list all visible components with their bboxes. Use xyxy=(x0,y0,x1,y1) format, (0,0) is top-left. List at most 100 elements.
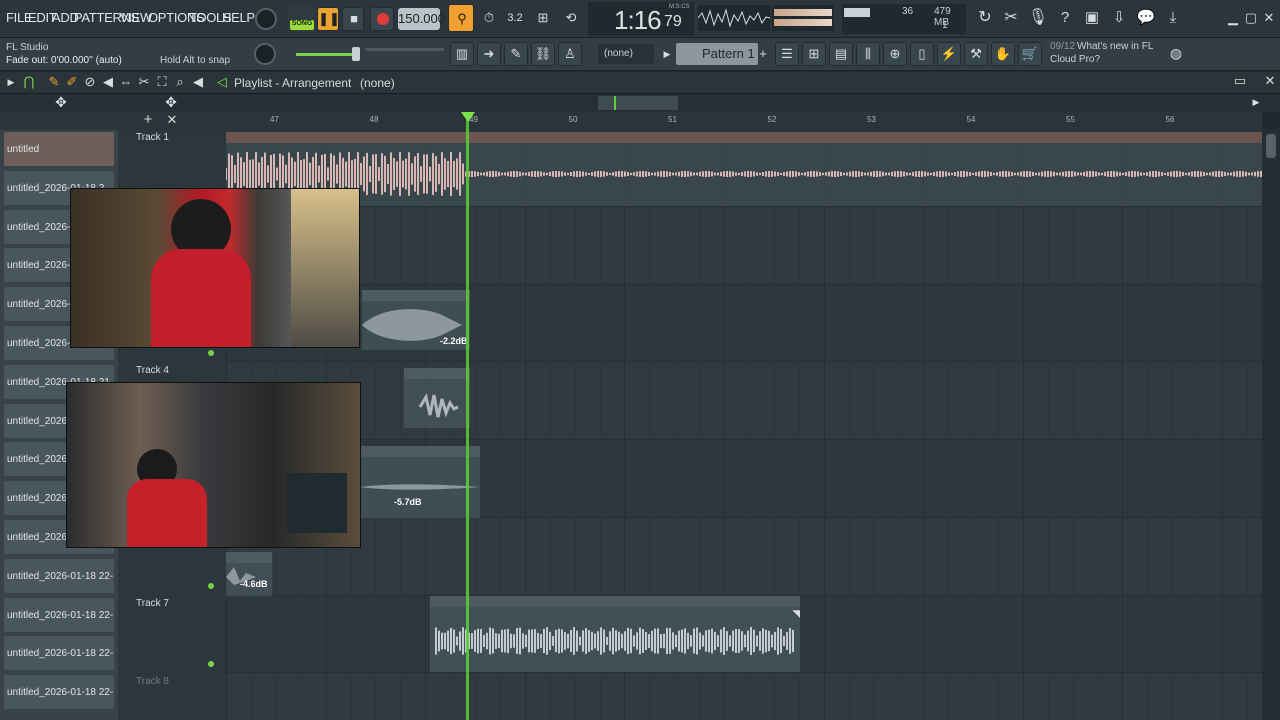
add-track-icon[interactable]: + xyxy=(140,109,156,131)
audio-clip-insert-10[interactable]: 8_Insert 10 unt..0 -2.2dB xyxy=(362,290,470,350)
tools-icon[interactable]: ⚒ xyxy=(964,42,988,66)
magnet-icon[interactable]: ⋂ xyxy=(20,71,38,93)
track-row[interactable] xyxy=(226,207,1262,285)
track-6-led[interactable] xyxy=(208,583,214,589)
audio-clip-insert-11[interactable]: d_2026-01-...-21-51_Insert 11 -5.7dB xyxy=(360,446,480,518)
microphone-icon[interactable]: 🎙 xyxy=(1027,7,1049,29)
brush-icon[interactable]: ✎ xyxy=(504,42,528,66)
audio-clip-short[interactable]: -4.6dB xyxy=(226,552,272,596)
link-icon[interactable]: ⛓ xyxy=(531,42,555,66)
metronome-button[interactable]: ⚲ xyxy=(448,4,474,32)
tempo-display[interactable]: 150.000 xyxy=(398,8,445,30)
track-3-led[interactable] xyxy=(208,350,214,356)
playhead[interactable] xyxy=(466,112,469,720)
news-line2[interactable]: Cloud Pro? xyxy=(1050,54,1100,65)
playlist-icon[interactable]: ☰ xyxy=(775,42,799,66)
track-row[interactable] xyxy=(226,363,1262,441)
record-button[interactable] xyxy=(370,7,394,31)
track-1-label[interactable]: Track 1 xyxy=(136,132,169,143)
add-pattern-icon[interactable]: + xyxy=(756,43,770,65)
playlist-close-icon[interactable]: ✕ xyxy=(1262,70,1278,92)
pattern-selector[interactable]: Pattern 1 xyxy=(676,43,758,65)
pattern-prev-icon[interactable]: ▶ xyxy=(660,43,674,65)
cut-icon[interactable]: ✂ xyxy=(1000,7,1022,29)
playlist-crumb[interactable]: (none) xyxy=(360,76,395,90)
step-sequencer-icon[interactable]: ▤ xyxy=(829,42,853,66)
cart-icon[interactable]: 🛒 xyxy=(1018,42,1042,66)
pause-button[interactable]: ❚❚ xyxy=(317,7,340,31)
picker-clip-item[interactable]: untitled xyxy=(4,132,114,166)
timeline-ruler[interactable]: 47 48 49 50 51 52 53 54 55 56 xyxy=(226,112,1262,130)
remove-track-icon[interactable]: ✕ xyxy=(164,109,180,131)
mixer-icon[interactable]: ⫼ xyxy=(856,42,880,66)
track-7-led[interactable] xyxy=(208,661,214,667)
slip-tool-icon[interactable]: ⇔ xyxy=(118,71,134,93)
playlist-minimize-icon[interactable]: ▭ xyxy=(1232,70,1248,92)
collapse-icon[interactable]: ▶ xyxy=(4,71,18,93)
close-icon[interactable]: ✕ xyxy=(1260,7,1278,29)
download-icon[interactable]: ⤓ xyxy=(1162,7,1184,29)
wait-input-icon[interactable]: ⏱ xyxy=(478,7,500,29)
volume-slider[interactable] xyxy=(296,53,356,56)
mute-tool-icon[interactable]: ◀ xyxy=(100,71,116,93)
piano-roll-icon[interactable]: ▥ xyxy=(450,42,474,66)
menu-help[interactable]: HELP xyxy=(222,10,255,25)
select-tool-icon[interactable]: ⛶ xyxy=(154,71,170,93)
picker-clip-item[interactable]: untitled_2026-01-18 22-... xyxy=(4,636,114,671)
track-row[interactable] xyxy=(226,673,1262,720)
overview-window[interactable] xyxy=(598,96,678,110)
playhead-marker-icon[interactable] xyxy=(461,112,475,122)
audio-clip-22-32-03[interactable]: untitled_2026-01-18 22-32-03_Insert 10 ◥ xyxy=(430,596,800,672)
slice-tool-icon[interactable]: ✂ xyxy=(136,71,152,93)
song-overview[interactable]: ✥ ✥ ▶ xyxy=(0,94,1280,112)
globe-icon[interactable]: ◍ xyxy=(1166,42,1186,64)
render-icon[interactable]: ⇩ xyxy=(1108,7,1130,29)
picker-clip-item[interactable]: untitled_2026-01-18 22-... xyxy=(4,675,114,710)
plugin-icon[interactable]: ⚡ xyxy=(937,42,961,66)
zoom-tool-icon[interactable]: ⌕ xyxy=(172,71,188,93)
webcam-overlay-1 xyxy=(70,188,360,348)
help-icon[interactable]: ? xyxy=(1054,7,1076,29)
playback-tool-icon[interactable]: ◀ xyxy=(190,71,206,93)
save-icon[interactable]: ▣ xyxy=(1081,7,1103,29)
draw-tool-icon[interactable]: ✎ xyxy=(46,71,62,93)
channel-rack-icon[interactable]: ⊞ xyxy=(802,42,826,66)
chat-icon[interactable]: 💬 xyxy=(1135,7,1157,29)
step-edit-icon[interactable]: ⊞ xyxy=(532,7,554,29)
volume-slider-handle[interactable] xyxy=(352,47,360,61)
touch-icon[interactable]: ✋ xyxy=(991,42,1015,66)
song-mode-toggle[interactable]: SONG xyxy=(288,6,316,32)
track-4-label[interactable]: Track 4 xyxy=(136,365,169,376)
browser-icon[interactable]: ⊕ xyxy=(883,42,907,66)
stamp-icon[interactable]: ♙ xyxy=(558,42,582,66)
maximize-icon[interactable]: ▢ xyxy=(1242,7,1260,29)
scroll-right-icon[interactable]: ▶ xyxy=(1248,91,1264,113)
fade-handle-icon[interactable]: ◥ xyxy=(790,607,800,625)
stop-button[interactable]: ■ xyxy=(342,7,364,31)
audio-clip-untitled[interactable]: untitled xyxy=(226,132,1262,206)
audio-clip-sert-10[interactable]: untitled_sert 10 xyxy=(404,368,470,428)
picker-clip-item[interactable]: untitled_2026-01-18 22-... xyxy=(4,597,114,632)
paint-tool-icon[interactable]: ✐ xyxy=(64,71,80,93)
master-volume-knob[interactable] xyxy=(255,8,277,30)
track-7-label[interactable]: Track 7 xyxy=(136,598,169,609)
picker-clip-item[interactable]: untitled_2026-01-18 22-... xyxy=(4,558,114,593)
track-row[interactable] xyxy=(226,518,1262,596)
minimize-icon[interactable]: ▁ xyxy=(1224,7,1242,29)
pitch-slider[interactable] xyxy=(366,48,444,51)
news-line1[interactable]: What's new in FL xyxy=(1077,41,1153,52)
undo-icon[interactable]: ↻ xyxy=(974,7,996,29)
scrollbar-thumb[interactable] xyxy=(1266,134,1276,158)
vertical-scrollbar[interactable] xyxy=(1262,130,1280,720)
track-zoom-icon[interactable]: ✥ xyxy=(50,91,72,113)
countdown-icon[interactable]: 3.2 xyxy=(504,7,526,29)
delete-tool-icon[interactable]: ⊘ xyxy=(82,71,98,93)
channel-selector[interactable]: (none) xyxy=(598,44,654,64)
track-8-label[interactable]: Track 8 xyxy=(136,676,169,687)
playlist-grid[interactable]: untitled 8_Insert 10 unt..0 -2.2dB untit… xyxy=(226,130,1262,720)
notes-icon[interactable]: ▯ xyxy=(910,42,934,66)
arrow-icon[interactable]: ➜ xyxy=(477,42,501,66)
loop-record-icon[interactable]: ⟲ xyxy=(560,7,582,29)
time-display[interactable]: 1:16 79 M:S:CS xyxy=(588,2,694,36)
master-pitch-knob[interactable] xyxy=(254,43,276,65)
